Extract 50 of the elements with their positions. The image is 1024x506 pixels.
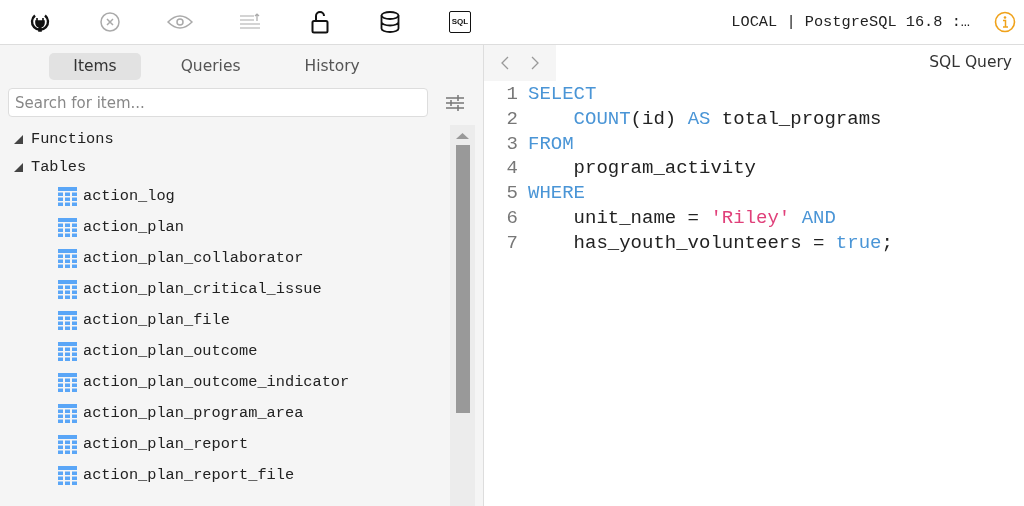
- database-icon: [380, 11, 400, 33]
- lines-icon: [239, 13, 261, 31]
- scrollbar[interactable]: [450, 125, 475, 506]
- table-icon: [58, 311, 77, 331]
- line-number: 4: [505, 156, 519, 182]
- table-item[interactable]: action_plan_report_file: [83, 464, 295, 488]
- table-icon: [58, 342, 77, 362]
- table-icon: [58, 280, 77, 300]
- table-item[interactable]: action_plan_file: [83, 309, 230, 333]
- line-number: 5: [505, 181, 519, 206]
- sql-button[interactable]: SQL: [425, 0, 495, 44]
- table-item[interactable]: action_log: [83, 185, 175, 209]
- line-number: 2: [505, 106, 519, 132]
- connection-label: LOCAL | PostgreSQL 16.8 :…: [731, 11, 970, 33]
- table-icon: [58, 466, 77, 486]
- table-item[interactable]: action_plan_collaborator: [83, 247, 304, 271]
- code-line[interactable]: program_activity: [573, 156, 757, 182]
- sidebar-tab[interactable]: Items: [49, 53, 141, 81]
- table-item[interactable]: action_plan: [83, 216, 184, 240]
- table-item[interactable]: action_plan_program_area: [83, 402, 304, 426]
- editor-title: SQL Query: [929, 52, 1013, 74]
- tree-folder[interactable]: Tables: [31, 155, 87, 179]
- table-icon: [58, 249, 77, 269]
- table-item[interactable]: action_plan_outcome_indicator: [83, 371, 350, 395]
- code-line[interactable]: unit_name = 'Riley' AND: [573, 206, 836, 231]
- cancel-icon: [99, 11, 121, 33]
- table-item[interactable]: action_plan_outcome: [83, 340, 258, 364]
- padlock-icon: [311, 10, 329, 34]
- line-number: 6: [505, 206, 519, 231]
- line-number: 7: [505, 230, 519, 256]
- table-icon: [58, 187, 77, 207]
- table-icon: [58, 218, 77, 238]
- filter-icon[interactable]: [444, 93, 466, 112]
- table-icon: [58, 404, 77, 424]
- table-icon: [58, 435, 77, 455]
- expanded-icon[interactable]: [14, 134, 23, 144]
- line-number: 3: [505, 131, 519, 157]
- table-item[interactable]: action_plan_critical_issue: [83, 278, 322, 302]
- table-item[interactable]: action_plan_report: [83, 433, 249, 457]
- sidebar-tab[interactable]: Queries: [156, 53, 265, 81]
- expanded-icon[interactable]: [14, 162, 23, 172]
- eye-icon: [167, 14, 193, 30]
- code-line[interactable]: COUNT(id) AS total_programs: [573, 106, 882, 132]
- line-number: 1: [505, 82, 519, 107]
- info-icon[interactable]: [994, 11, 1016, 33]
- code-line[interactable]: has_youth_volunteers = true;: [573, 230, 893, 256]
- table-icon: [58, 373, 77, 393]
- search-field[interactable]: Search for item...: [8, 88, 428, 118]
- tree-folder[interactable]: Functions: [31, 127, 114, 151]
- sidebar-tab[interactable]: History: [280, 53, 384, 81]
